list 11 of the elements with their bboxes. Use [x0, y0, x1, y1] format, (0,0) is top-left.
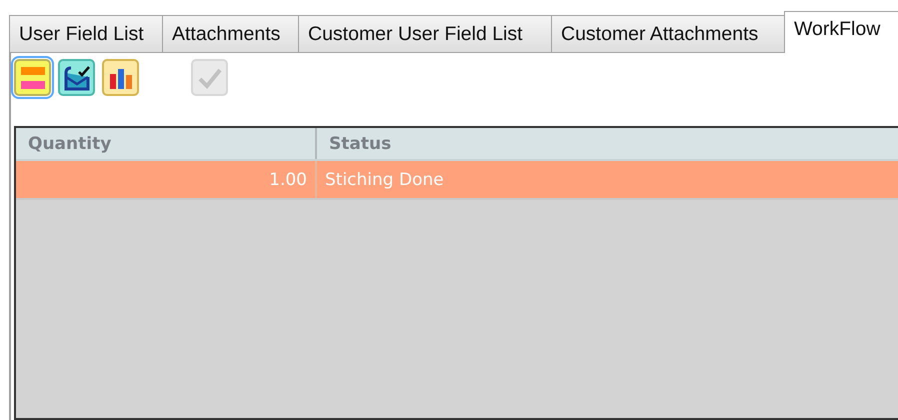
tab[interactable]: Attachments [162, 15, 299, 53]
stacked-bars-icon [20, 64, 44, 90]
tab[interactable]: Customer User Field List [298, 15, 552, 53]
tab[interactable]: Customer Attachments [551, 15, 785, 53]
toolbar-button[interactable] [58, 59, 95, 96]
tab[interactable]: User Field List [9, 15, 163, 53]
table-cell: Stiching Done [325, 170, 444, 190]
table-cell: 1.00 [269, 170, 307, 190]
bar-chart-icon [108, 66, 132, 88]
mail-check-icon [62, 64, 90, 90]
checkmark-icon [198, 66, 222, 88]
